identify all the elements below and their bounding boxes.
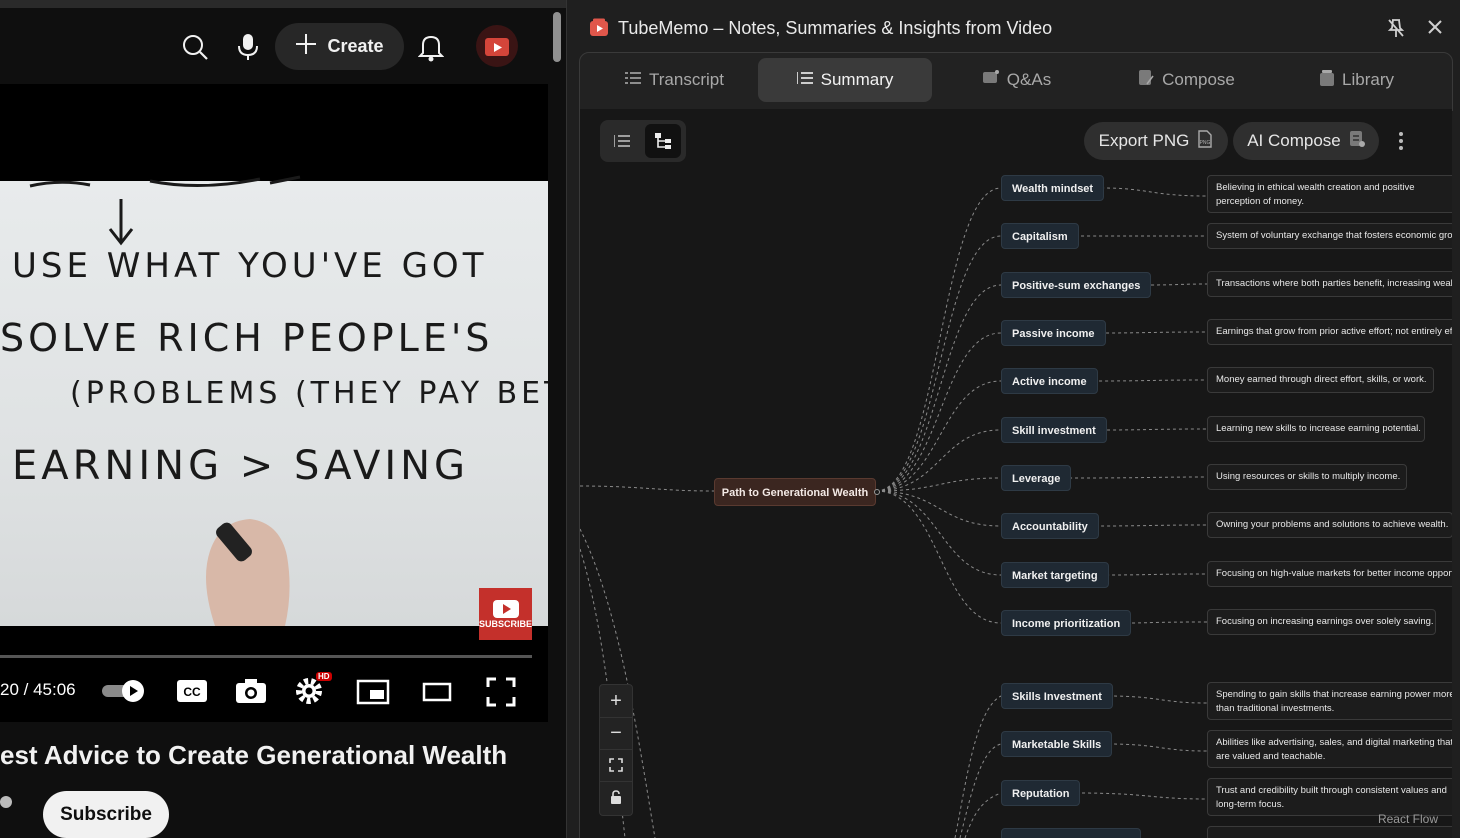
mindmap-detail[interactable]: System of voluntary exchange that foster…	[1207, 223, 1452, 249]
mindmap-node[interactable]: Accountability	[1001, 513, 1099, 539]
hand-with-marker	[206, 519, 290, 626]
zoom-controls: + −	[599, 684, 633, 816]
mindmap-detail[interactable]: Trust and credibility built through cons…	[1207, 778, 1452, 816]
mindmap-detail[interactable]: Abilities like advertising, sales, and d…	[1207, 730, 1452, 768]
microphone-icon[interactable]	[236, 32, 260, 67]
mindmap-node-partial[interactable]	[1001, 828, 1141, 838]
video-frame: USE WHAT YOU'VE GOT SOLVE RICH PEOPLE'S …	[0, 175, 548, 626]
mindmap-node[interactable]: Leverage	[1001, 465, 1072, 491]
handle-dot	[874, 489, 880, 495]
mindmap-node[interactable]: Income prioritization	[1001, 610, 1132, 636]
mindmap-node[interactable]: Reputation	[1001, 780, 1081, 806]
mindmap-node[interactable]: Capitalism	[1001, 223, 1079, 249]
progress-bar[interactable]	[0, 655, 532, 658]
zoom-in-button[interactable]: +	[600, 685, 632, 718]
transcript-icon	[625, 70, 642, 90]
fit-view-icon	[609, 758, 623, 772]
mindmap-detail[interactable]: Learning new skills to increase earning …	[1207, 416, 1425, 442]
mindmap-node[interactable]: Skills Investment	[1001, 683, 1113, 709]
mindmap-node[interactable]: Skill investment	[1001, 417, 1107, 443]
tab-transcript[interactable]: Transcript	[592, 58, 757, 102]
tab-compose[interactable]: Compose	[1102, 58, 1272, 102]
chat-bubble-icon	[982, 70, 999, 90]
mindmap-node[interactable]: Marketable Skills	[1001, 731, 1113, 757]
library-icon	[1320, 69, 1335, 91]
mindmap-detail[interactable]: Earnings that grow from prior active eff…	[1207, 319, 1452, 345]
tubememo-panel: TubeMemo – Notes, Summaries & Insights f…	[566, 0, 1460, 838]
zoom-out-button[interactable]: −	[600, 717, 632, 750]
fullscreen-icon[interactable]	[486, 677, 516, 712]
mindmap-node[interactable]: Wealth mindset	[1001, 175, 1105, 201]
mindmap-detail[interactable]: Owning your problems and solutions to ac…	[1207, 512, 1452, 538]
mindmap-detail[interactable]: Money earned through direct effort, skil…	[1207, 367, 1434, 393]
screenshot-camera-icon[interactable]	[235, 678, 267, 709]
whiteboard-line-4: EARNING > SAVING	[12, 443, 470, 489]
svg-text:CC: CC	[183, 685, 201, 699]
youtube-logo-icon	[492, 600, 519, 618]
settings-gear-icon[interactable]	[294, 676, 324, 711]
tab-qas[interactable]: Q&As	[932, 58, 1102, 102]
tubememo-title: TubeMemo – Notes, Summaries & Insights f…	[618, 18, 1053, 38]
timecode: 20 / 45:06	[0, 680, 76, 699]
video-title: est Advice to Create Generational Wealth	[0, 740, 508, 770]
subscribe-watermark[interactable]: SUBSCRIBE	[479, 588, 532, 640]
plus-icon: +	[610, 689, 622, 712]
tubememo-logo-icon	[589, 18, 609, 43]
tab-library[interactable]: Library	[1272, 58, 1442, 102]
compose-icon	[1139, 69, 1154, 91]
fit-view-button[interactable]	[600, 749, 632, 782]
mindmap-node[interactable]: Passive income	[1001, 320, 1106, 346]
avatar[interactable]	[476, 25, 518, 67]
top-divider	[0, 0, 566, 8]
tab-summary[interactable]: Summary	[758, 58, 932, 102]
lock-icon	[611, 790, 621, 804]
tab-summary-label: Summary	[820, 70, 894, 89]
mindmap-root-node[interactable]: Path to Generational Wealth	[714, 478, 876, 506]
mindmap-node[interactable]: Market targeting	[1001, 562, 1109, 588]
mindmap-detail[interactable]: Focusing on high-value markets for bette…	[1207, 561, 1452, 587]
tab-bar: Transcript Summary Q&As Compose Library	[579, 52, 1453, 111]
mindmap-node[interactable]: Active income	[1001, 368, 1098, 394]
mindmap-canvas[interactable]: Export PNG PNG AI Compose Path to Genera…	[579, 109, 1452, 838]
tab-compose-label: Compose	[1162, 70, 1235, 89]
mindmap-detail[interactable]: Focusing on increasing earnings over sol…	[1207, 609, 1436, 635]
react-flow-attribution[interactable]: React Flow	[1378, 812, 1438, 826]
subscribe-watermark-label: SUBSCRIBE	[479, 619, 533, 629]
mindmap-detail-partial[interactable]	[1207, 826, 1452, 838]
mindmap-detail[interactable]: Spending to gain skills that increase ea…	[1207, 682, 1452, 720]
whiteboard-line-2: SOLVE RICH PEOPLE'S	[0, 316, 494, 360]
tab-qas-label: Q&As	[1006, 70, 1052, 89]
whiteboard-line-1: USE WHAT YOU'VE GOT	[12, 246, 488, 286]
tab-transcript-label: Transcript	[649, 70, 724, 89]
video-player[interactable]: USE WHAT YOU'VE GOT SOLVE RICH PEOPLE'S …	[0, 84, 548, 722]
minus-icon: −	[610, 721, 622, 744]
autoplay-toggle[interactable]	[102, 679, 146, 708]
theater-mode-icon[interactable]	[422, 682, 452, 707]
tab-library-label: Library	[1342, 70, 1394, 89]
hd-badge: HD	[316, 672, 332, 681]
plus-icon	[295, 33, 317, 60]
mindmap-node[interactable]: Positive-sum exchanges	[1001, 272, 1152, 298]
close-icon[interactable]	[1427, 19, 1443, 40]
lock-button[interactable]	[600, 781, 632, 813]
mindmap-detail[interactable]: Transactions where both parties benefit,…	[1207, 271, 1452, 297]
verified-icon	[0, 796, 12, 808]
captions-icon[interactable]: CC	[176, 678, 208, 709]
whiteboard-line-3: (PROBLEMS (THEY PAY BETR)	[70, 376, 548, 411]
subscribe-button[interactable]: Subscribe	[43, 791, 169, 838]
summary-icon	[795, 70, 813, 90]
create-label: Create	[327, 36, 384, 56]
notifications-bell-icon[interactable]	[417, 32, 445, 67]
mindmap-detail[interactable]: Believing in ethical wealth creation and…	[1207, 175, 1452, 213]
create-button[interactable]: Create	[275, 23, 404, 70]
unpin-icon[interactable]	[1387, 18, 1405, 43]
search-icon[interactable]	[180, 32, 210, 67]
mindmap-detail[interactable]: Using resources or skills to multiply in…	[1207, 464, 1407, 490]
youtube-panel: Create USE WHAT YOU'VE GOT SOLVE RICH PE…	[0, 0, 566, 838]
page-scrollbar[interactable]	[553, 12, 561, 62]
miniplayer-icon[interactable]	[356, 679, 390, 710]
